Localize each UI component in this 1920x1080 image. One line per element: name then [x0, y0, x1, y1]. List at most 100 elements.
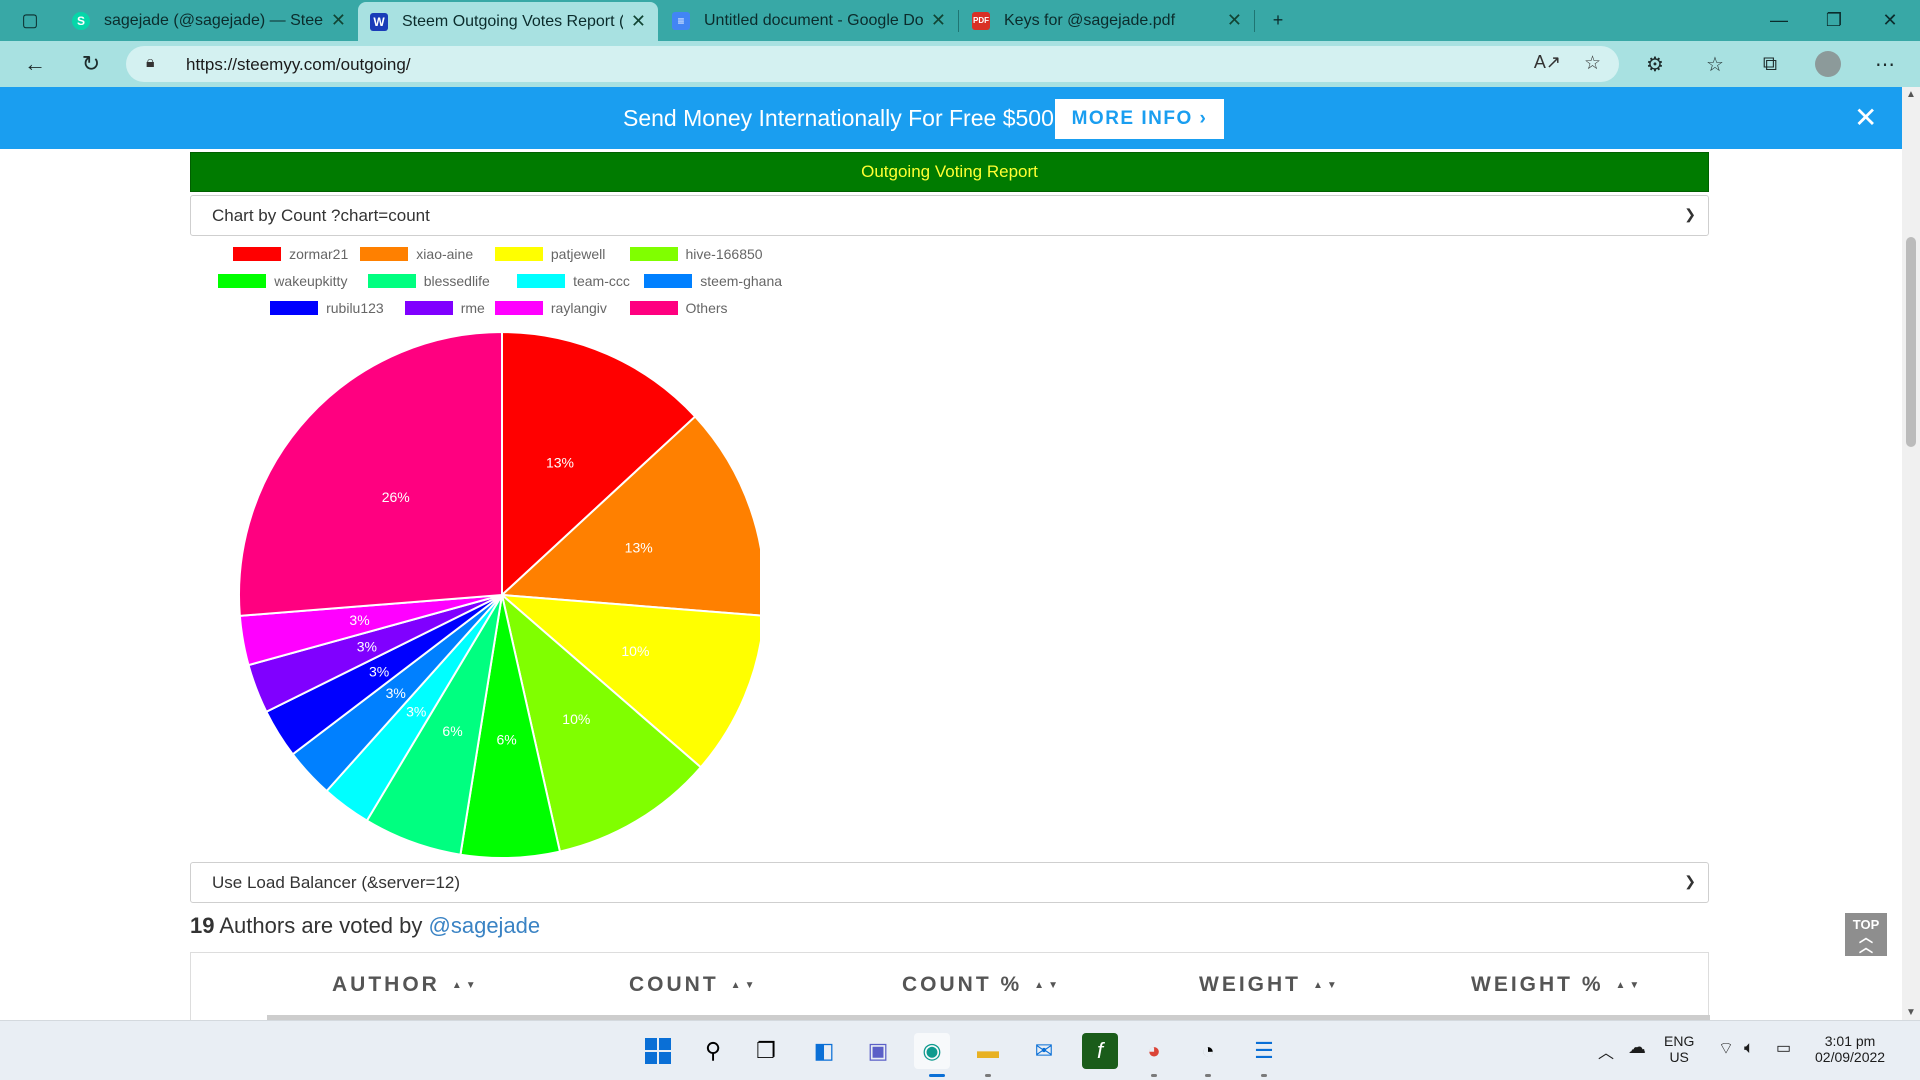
extensions-icon[interactable]: ⚙	[1640, 49, 1670, 79]
legend-label: raylangiv	[550, 300, 607, 316]
ad-banner: Send Money Internationally For Free $500…	[0, 87, 1902, 149]
legend-item[interactable]: blessedlife	[367, 273, 490, 289]
close-tab-icon[interactable]: ✕	[631, 11, 646, 32]
legend-swatch	[404, 301, 453, 315]
mail-icon[interactable]: ✉	[1026, 1033, 1062, 1069]
refresh-icon[interactable]: ↻	[76, 49, 106, 79]
steemyy-icon: W	[370, 12, 388, 31]
running-indicator	[1151, 1074, 1157, 1077]
file-explorer-icon[interactable]: ▬	[970, 1033, 1006, 1069]
legend-label: steem-ghana	[700, 273, 783, 289]
header-weight-percent[interactable]: WEIGHT % ▲▼	[1471, 973, 1643, 997]
pie-slice-Others[interactable]	[238, 330, 503, 617]
favorites-icon[interactable]: ☆	[1700, 49, 1730, 79]
clock[interactable]: 3:01 pm 02/09/2022	[1815, 1033, 1885, 1065]
chevron-up-icon[interactable]: ︿	[1598, 1039, 1614, 1063]
legend-item[interactable]: zormar21	[233, 246, 348, 262]
legend-label: zormar21	[289, 246, 349, 262]
sort-icon[interactable]: ▲▼	[731, 980, 759, 991]
close-tab-icon[interactable]: ✕	[331, 10, 346, 31]
legend-item[interactable]: Others	[629, 300, 728, 316]
legend-item[interactable]: hive-166850	[629, 246, 763, 262]
restore-icon[interactable]: ❐	[1806, 0, 1862, 41]
back-icon[interactable]: ←	[20, 49, 50, 79]
address-bar[interactable]: 🔒︎ https://steemyy.com/outgoing/ A↗ ☆	[126, 46, 1619, 82]
cloud-icon[interactable]: ☁	[1628, 1037, 1646, 1058]
notepad-icon[interactable]: ☰	[1246, 1033, 1282, 1069]
close-window-icon[interactable]: ✕	[1862, 0, 1918, 41]
wifi-icon[interactable]: ⌔	[1718, 1038, 1734, 1059]
legend-item[interactable]: team-ccc	[517, 273, 630, 289]
header-label: AUTHOR	[332, 973, 440, 996]
pie-slice-label: 3%	[369, 663, 389, 679]
running-indicator	[985, 1074, 991, 1077]
more-menu-icon[interactable]: ⋯	[1870, 49, 1900, 79]
url-text[interactable]: https://steemyy.com/outgoing/	[186, 55, 411, 75]
scroll-down-icon[interactable]: ▼	[1906, 1007, 1916, 1018]
server-select[interactable]: Use Load Balancer (&server=12) ❯	[190, 862, 1709, 903]
tab-steemit[interactable]: S sagejade (@sagejade) — Steemit ✕	[60, 0, 358, 41]
tab-google-docs[interactable]: ≡ Untitled document - Google Doc ✕	[660, 0, 958, 41]
header-count[interactable]: COUNT ▲▼	[629, 973, 758, 997]
legend-item[interactable]: rme	[404, 300, 485, 316]
scrollbar-thumb[interactable]	[1906, 237, 1916, 447]
task-view-icon[interactable]: ❐	[748, 1033, 784, 1069]
close-tab-icon[interactable]: ✕	[1227, 10, 1242, 31]
read-aloud-icon[interactable]: A↗	[1534, 52, 1561, 73]
legend-item[interactable]: steem-ghana	[644, 273, 782, 289]
votes-table: AUTHOR ▲▼ COUNT ▲▼ COUNT % ▲▼ WEIGHT ▲▼ WEIG…	[190, 952, 1710, 1021]
tab-actions-icon[interactable]: ▢	[2, 0, 58, 41]
add-favorite-icon[interactable]: ☆	[1584, 52, 1601, 75]
volume-icon[interactable]: 🔈︎	[1744, 1038, 1754, 1058]
edge-icon[interactable]: ◉	[914, 1033, 950, 1069]
chrome-icon[interactable]: ◕	[1136, 1033, 1172, 1069]
pie-slice-label: 3%	[386, 685, 406, 701]
legend-label: patjewell	[550, 246, 606, 262]
legend-item[interactable]: xiao-aine	[360, 246, 473, 262]
scroll-top-button[interactable]: TOP ︿ ︿	[1845, 913, 1887, 956]
formula-app-icon[interactable]: f	[1082, 1033, 1118, 1069]
header-label: COUNT	[629, 973, 719, 996]
chart-type-select[interactable]: Chart by Count ?chart=count ❯	[190, 195, 1709, 236]
legend-item[interactable]: rubilu123	[270, 300, 384, 316]
legend-label: team-ccc	[573, 273, 630, 289]
tab-title: Steem Outgoing Votes Report (S	[402, 12, 623, 30]
pie-slice-label: 10%	[562, 711, 590, 727]
taskbar: ⚲ ❐ ◧ ▣ ◉ ▬ ✉ f ◕ ◔ ☰ ︿ ☁ ENG US ⌔ 🔈︎ ▭ …	[0, 1020, 1920, 1080]
legend-item[interactable]: wakeupkitty	[218, 273, 347, 289]
collections-icon[interactable]: ⧉	[1755, 49, 1785, 79]
legend-label: rubilu123	[326, 300, 384, 316]
widgets-icon[interactable]: ◧	[806, 1033, 842, 1069]
chat-icon[interactable]: ▣	[860, 1033, 896, 1069]
clock-app-icon[interactable]: ◔	[1190, 1033, 1226, 1069]
language-indicator[interactable]: ENG US	[1664, 1033, 1694, 1065]
chevron-down-icon: ❯	[1684, 873, 1696, 889]
header-author[interactable]: AUTHOR ▲▼	[332, 973, 480, 997]
minimize-icon[interactable]: —	[1751, 0, 1807, 41]
page-scrollbar[interactable]: ▲ ▼	[1902, 87, 1920, 1020]
battery-icon[interactable]: ▭	[1776, 1038, 1791, 1058]
new-tab-icon[interactable]: +	[1250, 0, 1306, 41]
legend-item[interactable]: patjewell	[494, 246, 606, 262]
start-icon[interactable]	[640, 1033, 676, 1069]
sort-icon[interactable]: ▲▼	[1616, 980, 1644, 991]
tab-pdf[interactable]: PDF Keys for @sagejade.pdf ✕	[960, 0, 1254, 41]
search-icon[interactable]: ⚲	[695, 1033, 731, 1069]
scroll-up-icon[interactable]: ▲	[1906, 89, 1916, 100]
legend-swatch	[629, 301, 678, 315]
more-info-button[interactable]: MORE INFO ›	[1055, 99, 1224, 139]
header-weight[interactable]: WEIGHT ▲▼	[1199, 973, 1341, 997]
banner-close-icon[interactable]: ✕	[1854, 101, 1877, 134]
sort-icon[interactable]: ▲▼	[1034, 980, 1062, 991]
profile-avatar[interactable]	[1813, 49, 1843, 79]
pie-slice-label: 6%	[496, 732, 516, 748]
sort-icon[interactable]: ▲▼	[1313, 980, 1341, 991]
legend-item[interactable]: raylangiv	[494, 300, 607, 316]
user-link[interactable]: @sagejade	[429, 913, 541, 938]
pie-slice-label: 6%	[442, 723, 462, 739]
close-tab-icon[interactable]: ✕	[931, 10, 946, 31]
header-count-percent[interactable]: COUNT % ▲▼	[902, 973, 1062, 997]
pie-slice-label: 13%	[546, 454, 574, 470]
sort-icon[interactable]: ▲▼	[452, 980, 480, 991]
tab-steemyy[interactable]: W Steem Outgoing Votes Report (S ✕	[358, 2, 658, 41]
